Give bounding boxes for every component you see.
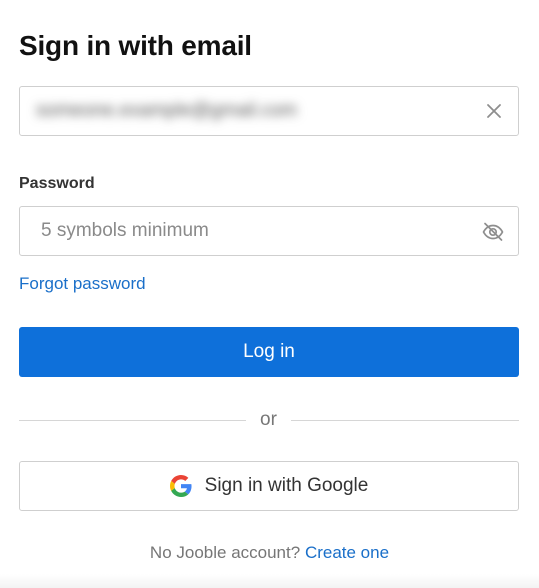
create-account-link[interactable]: Create one (305, 543, 389, 562)
page-title: Sign in with email (19, 30, 252, 61)
password-field-container (19, 206, 519, 256)
email-field[interactable]: someone.example@gmail.com (19, 86, 519, 136)
close-icon (487, 104, 501, 118)
forgot-password-link[interactable]: Forgot password (19, 273, 146, 295)
google-sign-in-button[interactable]: Sign in with Google (19, 461, 519, 511)
footer: No Jooble account? Create one (0, 542, 539, 564)
clear-email-button[interactable] (484, 101, 504, 121)
divider-line-left (19, 420, 246, 421)
password-visibility-toggle[interactable] (481, 220, 505, 244)
password-label: Password (19, 175, 95, 192)
bottom-shadow (0, 574, 539, 588)
password-input[interactable] (21, 208, 461, 254)
email-value-redacted: someone.example@gmail.com (36, 100, 298, 121)
google-icon (169, 475, 192, 497)
divider-line-right (291, 420, 519, 421)
login-button[interactable]: Log in (19, 327, 519, 377)
eye-off-icon (482, 222, 504, 241)
footer-prompt: No Jooble account? (149, 543, 301, 562)
divider-or: or (260, 409, 277, 430)
sign-in-page: Sign in with email someone.example@gmail… (0, 0, 539, 588)
google-button-label: Sign in with Google (204, 475, 369, 496)
